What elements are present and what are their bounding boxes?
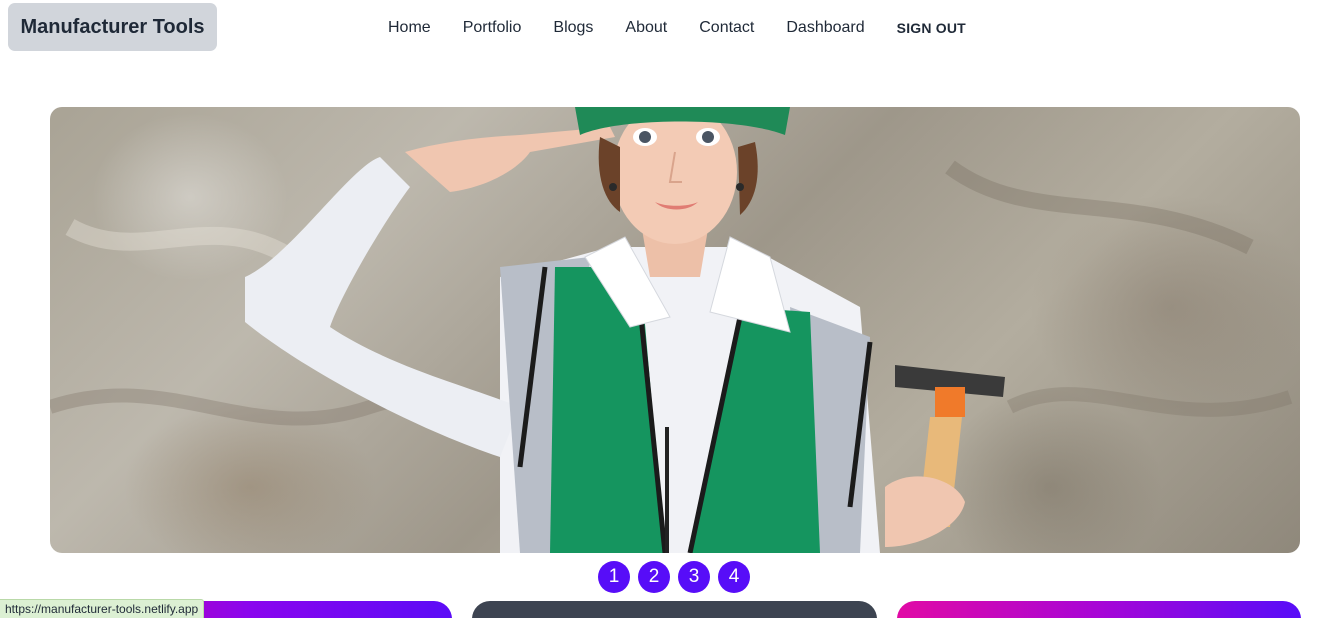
nav-portfolio-link[interactable]: Portfolio — [447, 11, 538, 45]
main-nav: Home Portfolio Blogs About Contact Dashb… — [372, 8, 982, 48]
feature-card-2 — [472, 601, 877, 618]
carousel-slide-4-button[interactable]: 4 — [718, 561, 750, 593]
carousel-slide-3-button[interactable]: 3 — [678, 561, 710, 593]
hero-carousel-image — [50, 107, 1300, 553]
nav-home-link[interactable]: Home — [372, 11, 447, 45]
page: Manufacturer Tools Home Portfolio Blogs … — [0, 0, 1341, 618]
nav-contact-link[interactable]: Contact — [683, 11, 770, 45]
nav-blogs-link[interactable]: Blogs — [537, 11, 609, 45]
carousel-pagination: 1 2 3 4 — [598, 561, 750, 593]
carousel-slide-2-button[interactable]: 2 — [638, 561, 670, 593]
hero-photo-illustration — [50, 107, 1293, 553]
sign-out-button[interactable]: SIGN OUT — [881, 12, 982, 44]
carousel-slide-1-button[interactable]: 1 — [598, 561, 630, 593]
nav-about-link[interactable]: About — [609, 11, 683, 45]
nav-dashboard-link[interactable]: Dashboard — [770, 11, 880, 45]
brand-logo-button[interactable]: Manufacturer Tools — [8, 3, 217, 51]
browser-status-url: https://manufacturer-tools.netlify.app — [0, 599, 205, 618]
feature-card-3 — [897, 601, 1301, 618]
